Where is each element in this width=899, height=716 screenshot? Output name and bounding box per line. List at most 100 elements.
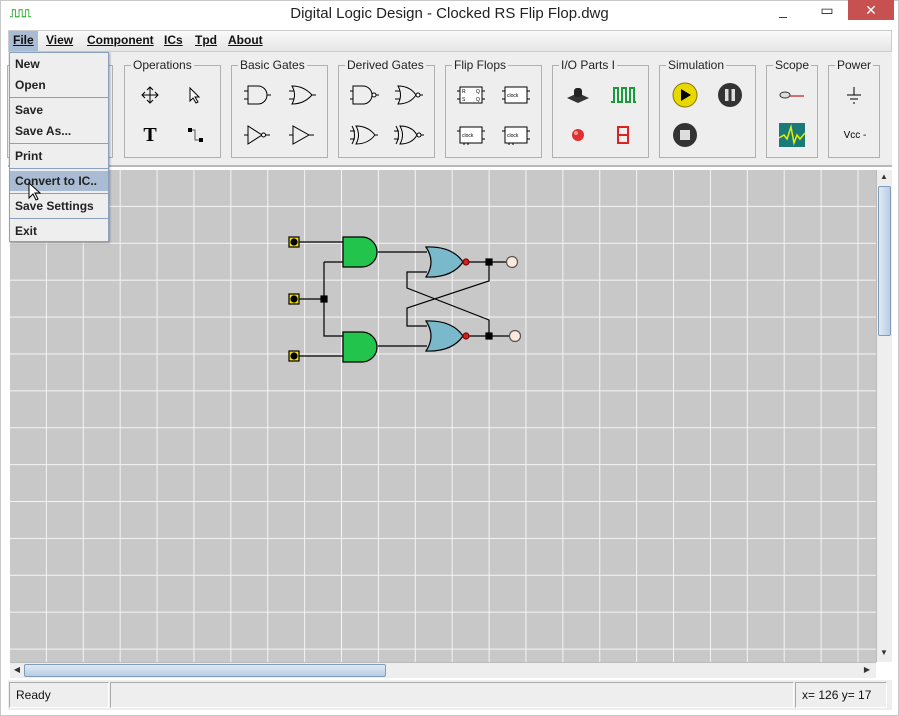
- vertical-scrollbar[interactable]: ▲ ▼: [876, 170, 892, 662]
- d-flipflop-icon[interactable]: clock: [456, 122, 486, 148]
- push-button-icon[interactable]: [563, 82, 593, 108]
- menu-component[interactable]: Component: [83, 31, 158, 51]
- horizontal-scrollbar[interactable]: ◀ ▶: [10, 662, 876, 678]
- menu-separator: [10, 193, 108, 194]
- group-power: Power Vcc -: [828, 58, 880, 158]
- probe-icon[interactable]: [777, 82, 807, 108]
- input-switch[interactable]: [288, 350, 300, 362]
- scroll-down-icon[interactable]: ▼: [877, 646, 891, 660]
- scroll-up-icon[interactable]: ▲: [877, 170, 891, 184]
- menu-item-new[interactable]: New: [10, 54, 108, 74]
- group-scope: Scope: [766, 58, 818, 158]
- junction: [485, 258, 493, 266]
- menu-item-exit[interactable]: Exit: [10, 221, 108, 241]
- group-label: I/O Parts I: [559, 58, 618, 72]
- group-derived-gates: Derived Gates: [338, 58, 435, 158]
- xnor-gate-icon[interactable]: [394, 122, 424, 148]
- pause-icon[interactable]: [715, 82, 745, 108]
- menu-separator: [10, 168, 108, 169]
- toolbar: Operations T Basic Gates Derived Gates F…: [7, 52, 892, 167]
- menu-item-save-settings[interactable]: Save Settings: [10, 196, 108, 216]
- group-label: Power: [835, 58, 874, 72]
- select-pointer-icon[interactable]: [180, 82, 210, 108]
- status-message: Ready: [9, 682, 109, 708]
- horizontal-scroll-thumb[interactable]: [24, 664, 386, 677]
- menu-view[interactable]: View: [42, 31, 77, 51]
- group-flip-flops: Flip Flops RSQQ clock clock clock: [445, 58, 542, 158]
- input-switch[interactable]: [288, 293, 300, 305]
- inverter-bubble: [462, 332, 470, 340]
- menu-item-save[interactable]: Save: [10, 100, 108, 120]
- led-icon[interactable]: [563, 122, 593, 148]
- group-label: Flip Flops: [452, 58, 509, 72]
- maximize-button[interactable]: ▭: [804, 0, 850, 20]
- group-operations: Operations T: [124, 58, 221, 158]
- and-gate: [342, 331, 378, 363]
- menu-bar: File View Component ICs Tpd About: [8, 30, 892, 52]
- xor-gate-icon[interactable]: [349, 122, 379, 148]
- inverter-bubble: [462, 258, 470, 266]
- menu-file[interactable]: File: [9, 31, 38, 51]
- svg-text:clock: clock: [507, 133, 519, 139]
- file-menu-dropdown: New Open Save Save As... Print Convert t…: [9, 52, 109, 242]
- close-button[interactable]: ✕: [848, 0, 894, 20]
- menu-item-open[interactable]: Open: [10, 75, 108, 95]
- mouse-cursor-icon: [28, 182, 42, 201]
- buffer-gate-icon[interactable]: [287, 122, 317, 148]
- menu-item-convert-to-ic[interactable]: Convert to IC..: [10, 171, 108, 191]
- menu-separator: [10, 218, 108, 219]
- wire-icon[interactable]: [180, 122, 210, 148]
- group-label: Basic Gates: [238, 58, 307, 72]
- nand-gate-icon[interactable]: [349, 82, 379, 108]
- status-bar: Ready x= 126 y= 17: [8, 680, 892, 710]
- group-label: Operations: [131, 58, 194, 72]
- rs-flipflop-icon[interactable]: RSQQ: [456, 82, 486, 108]
- clock-pulse-icon: ⎍⎍⎍: [10, 8, 31, 20]
- output-led: [508, 329, 522, 343]
- group-basic-gates: Basic Gates: [231, 58, 328, 158]
- group-label: Derived Gates: [345, 58, 426, 72]
- menu-separator: [10, 143, 108, 144]
- seven-segment-icon[interactable]: [608, 122, 638, 148]
- menu-ics[interactable]: ICs: [160, 31, 187, 51]
- t-flipflop-icon[interactable]: clock: [501, 122, 531, 148]
- output-led: [505, 255, 519, 269]
- scroll-left-icon[interactable]: ◀: [10, 663, 24, 677]
- menu-item-print[interactable]: Print: [10, 146, 108, 166]
- jk-flipflop-icon[interactable]: clock: [501, 82, 531, 108]
- vertical-scroll-thumb[interactable]: [878, 186, 891, 336]
- not-gate-icon[interactable]: [242, 122, 272, 148]
- minimize-button[interactable]: _: [760, 0, 806, 20]
- junction: [485, 332, 493, 340]
- or-gate-icon[interactable]: [287, 82, 317, 108]
- svg-text:Q: Q: [476, 97, 480, 103]
- move-icon[interactable]: [135, 82, 165, 108]
- group-simulation: Simulation: [659, 58, 756, 158]
- junction: [320, 295, 328, 303]
- input-switch[interactable]: [288, 236, 300, 248]
- svg-text:R: R: [462, 89, 466, 95]
- play-icon[interactable]: [670, 82, 700, 108]
- scroll-right-icon[interactable]: ▶: [860, 663, 874, 677]
- oscilloscope-icon[interactable]: [777, 122, 807, 148]
- group-io-parts: I/O Parts I: [552, 58, 649, 158]
- svg-text:clock: clock: [507, 93, 519, 99]
- menu-item-save-as[interactable]: Save As...: [10, 121, 108, 141]
- cursor-coords: x= 126 y= 17: [795, 682, 887, 708]
- ground-icon[interactable]: [839, 82, 869, 108]
- design-canvas[interactable]: [10, 170, 876, 662]
- clock-icon[interactable]: [608, 82, 638, 108]
- nor-gate-icon[interactable]: [394, 82, 424, 108]
- stop-icon[interactable]: [670, 122, 700, 148]
- svg-text:clock: clock: [462, 133, 474, 139]
- menu-tpd[interactable]: Tpd: [191, 31, 221, 51]
- nor-gate: [424, 246, 464, 278]
- status-empty: [110, 682, 794, 708]
- and-gate-icon[interactable]: [242, 82, 272, 108]
- and-gate: [342, 236, 378, 268]
- vcc-icon[interactable]: Vcc -: [835, 122, 875, 148]
- text-icon[interactable]: T: [135, 122, 165, 148]
- menu-about[interactable]: About: [224, 31, 267, 51]
- group-label: Simulation: [666, 58, 727, 72]
- svg-text:Q: Q: [476, 89, 480, 95]
